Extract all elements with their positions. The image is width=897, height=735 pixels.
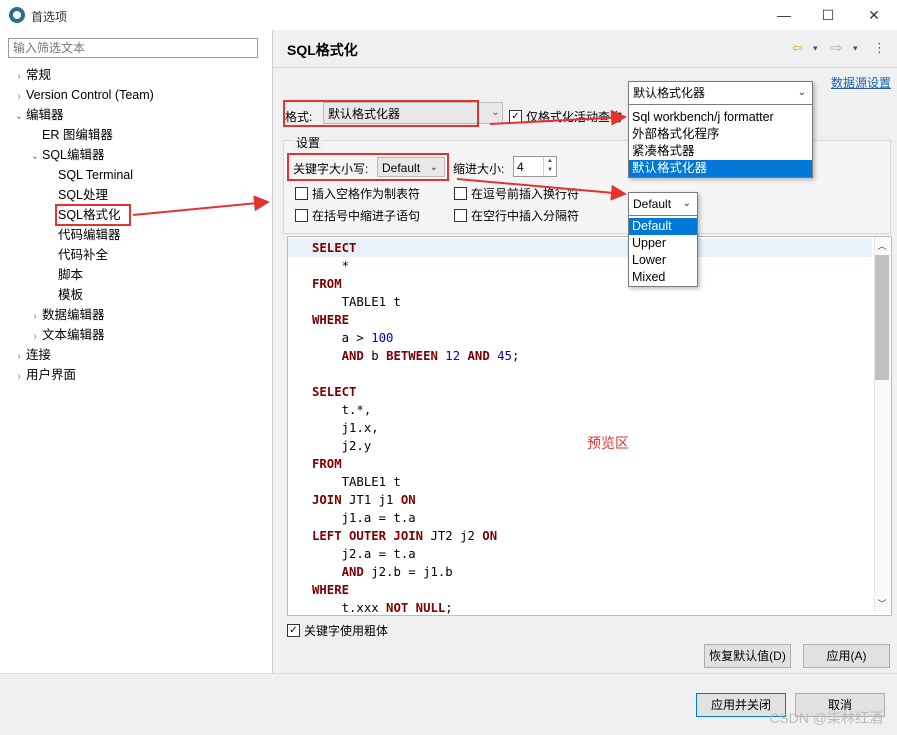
watermark: CSDN @柒林红酒 (769, 710, 883, 726)
arrow-sqlformat-to-page (132, 195, 270, 216)
arrow-case-to-dropdown (456, 178, 627, 201)
arrow-format-to-dropdown (489, 109, 627, 126)
annotation-arrows (132, 109, 627, 216)
